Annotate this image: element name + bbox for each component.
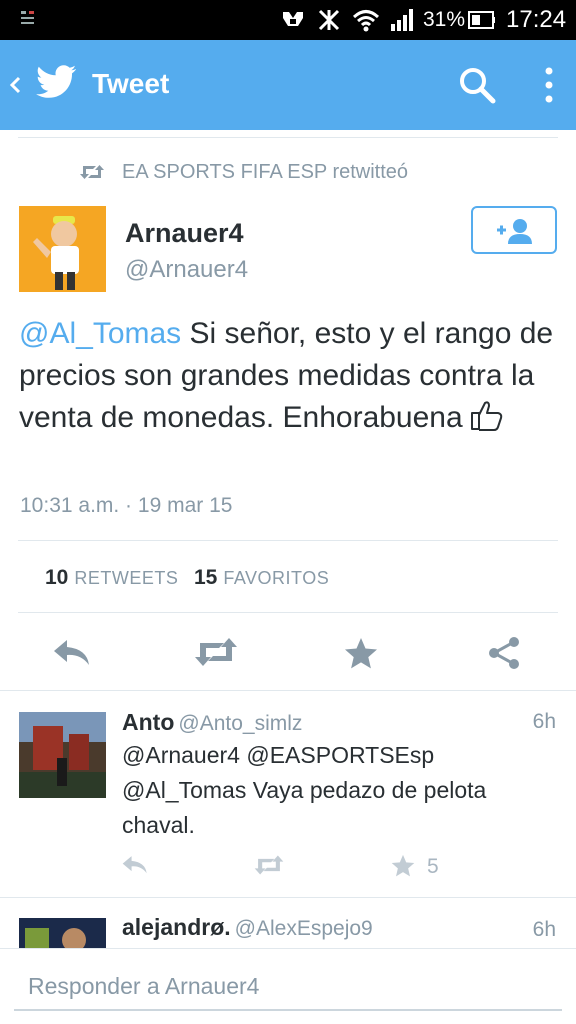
signal-icon: [391, 9, 413, 31]
clock: 17:24: [506, 6, 567, 33]
reply-small-icon[interactable]: [122, 854, 148, 876]
retweet-context-text: EA SPORTS FIFA ESP retwitteó: [122, 161, 409, 183]
share-icon[interactable]: [487, 636, 521, 670]
retweet-small-action-icon[interactable]: [254, 854, 284, 876]
thumbs-up-icon: [470, 401, 502, 431]
divider: [0, 690, 576, 691]
back-icon[interactable]: [7, 70, 23, 100]
reply-avatar-image: [19, 918, 106, 948]
reply-icon[interactable]: [53, 638, 91, 668]
screen-title: Tweet: [92, 68, 170, 99]
divider: [18, 137, 558, 138]
notification-icon: [21, 11, 34, 24]
divider: [18, 612, 558, 613]
wifi-icon: [352, 10, 380, 32]
retweet-small-icon: [80, 165, 104, 179]
author-handle[interactable]: @Arnauer4: [125, 256, 248, 284]
reply-time: 6h: [532, 918, 556, 941]
compose-bar: [0, 948, 576, 1024]
reply-text: @Arnauer4 @EASPORTSEsp @Al_Tomas Vaya pe…: [122, 742, 487, 838]
favorite-small-icon[interactable]: [391, 854, 415, 877]
reply-author[interactable]: alejandrø. @AlexEspejo9: [122, 914, 373, 941]
reply-author-handle: @AlexEspejo9: [234, 917, 373, 940]
status-bar: 31% 17:24: [0, 0, 576, 40]
twitter-bird-icon[interactable]: [36, 64, 76, 100]
reply-avatar-image: [19, 712, 106, 798]
reply-author[interactable]: Anto @Anto_simlz: [122, 709, 302, 736]
tweet-mention[interactable]: @Al_Tomas: [19, 317, 181, 350]
reply-favorite-count: 5: [427, 855, 439, 878]
divider: [0, 897, 576, 898]
favorite-star-icon[interactable]: [344, 637, 378, 669]
reply-avatar[interactable]: [19, 918, 106, 948]
author-avatar[interactable]: [19, 206, 106, 292]
reply-author-handle: @Anto_simlz: [178, 712, 303, 735]
battery-icon: [468, 11, 495, 29]
retweets-label: RETWEETS: [74, 568, 179, 588]
search-icon[interactable]: [458, 66, 496, 104]
app-bar: Tweet: [0, 40, 576, 130]
retweet-icon[interactable]: [194, 636, 238, 668]
reply-author-name: alejandrø.: [122, 914, 231, 940]
reply-time: 6h: [532, 710, 556, 733]
tweet-timestamp: 10:31 a.m. · 19 mar 15: [20, 494, 233, 517]
favorites-count: 15: [194, 566, 218, 589]
battery-percent: 31%: [423, 8, 466, 31]
tweet-text: @Al_Tomas Si señor, esto y el rango de p…: [19, 313, 559, 439]
add-user-icon: [497, 219, 532, 244]
retweets-stat[interactable]: 10 RETWEETS: [45, 566, 178, 590]
author-name[interactable]: Arnauer4: [125, 218, 244, 249]
reply-author-name: Anto: [122, 709, 175, 735]
avatar-image: [19, 206, 106, 292]
favorites-label: FAVORITOS: [223, 568, 330, 588]
retweets-count: 10: [45, 566, 69, 589]
nfc-icon: [283, 12, 303, 26]
favorites-stat[interactable]: 15 FAVORITOS: [194, 566, 329, 590]
overflow-menu-icon[interactable]: [540, 66, 558, 104]
follow-button[interactable]: [471, 206, 557, 254]
reply-avatar[interactable]: [19, 712, 106, 798]
reply-input[interactable]: [14, 963, 562, 1011]
divider: [18, 540, 558, 541]
mute-icon: [318, 9, 340, 31]
